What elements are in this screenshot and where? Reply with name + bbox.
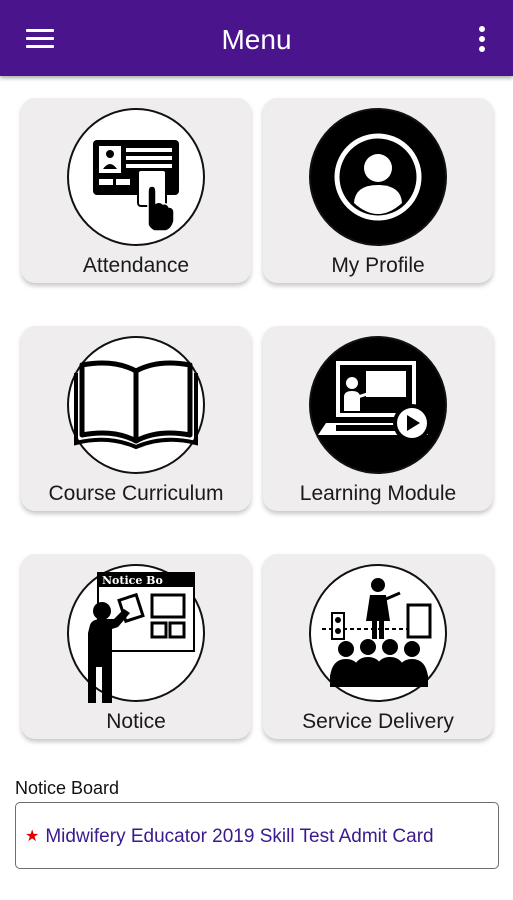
open-book-icon bbox=[66, 335, 206, 475]
menu-card-attendance[interactable]: Attendance bbox=[21, 98, 251, 283]
app-bar: Menu bbox=[0, 0, 513, 76]
menu-card-label: My Profile bbox=[331, 254, 425, 277]
notice-board-icon: Notice Bo bbox=[66, 563, 206, 703]
notice-board-list: ★ Midwifery Educator 2019 Skill Test Admi… bbox=[15, 802, 499, 869]
profile-icon bbox=[308, 107, 448, 247]
menu-card-label: Notice bbox=[106, 710, 166, 733]
menu-card-my-profile[interactable]: My Profile bbox=[263, 98, 493, 283]
menu-card-course-curriculum[interactable]: Course Curriculum bbox=[21, 326, 251, 511]
notice-item-text: Midwifery Educator 2019 Skill Test Admit… bbox=[45, 826, 434, 847]
menu-card-label: Course Curriculum bbox=[48, 482, 224, 505]
notice-board-sign-text: Notice Bo bbox=[102, 574, 163, 587]
service-delivery-icon bbox=[308, 563, 448, 703]
menu-card-label: Learning Module bbox=[299, 482, 457, 505]
more-vert-icon[interactable] bbox=[474, 26, 490, 52]
notice-item[interactable]: ★ Midwifery Educator 2019 Skill Test Admi… bbox=[25, 826, 434, 848]
attendance-card-icon bbox=[66, 107, 206, 247]
menu-card-notice[interactable]: Notice Bo Notice bbox=[21, 554, 251, 739]
menu-card-learning-module[interactable]: Learning Module bbox=[263, 326, 493, 511]
page-title: Menu bbox=[221, 24, 292, 55]
menu-card-label: Service Delivery bbox=[302, 710, 454, 733]
star-icon: ★ bbox=[25, 828, 40, 845]
menu-card-label: Attendance bbox=[82, 254, 190, 277]
menu-card-service-delivery[interactable]: Service Delivery bbox=[263, 554, 493, 739]
video-lesson-icon bbox=[308, 335, 448, 475]
notice-board-title: Notice Board bbox=[15, 778, 120, 798]
